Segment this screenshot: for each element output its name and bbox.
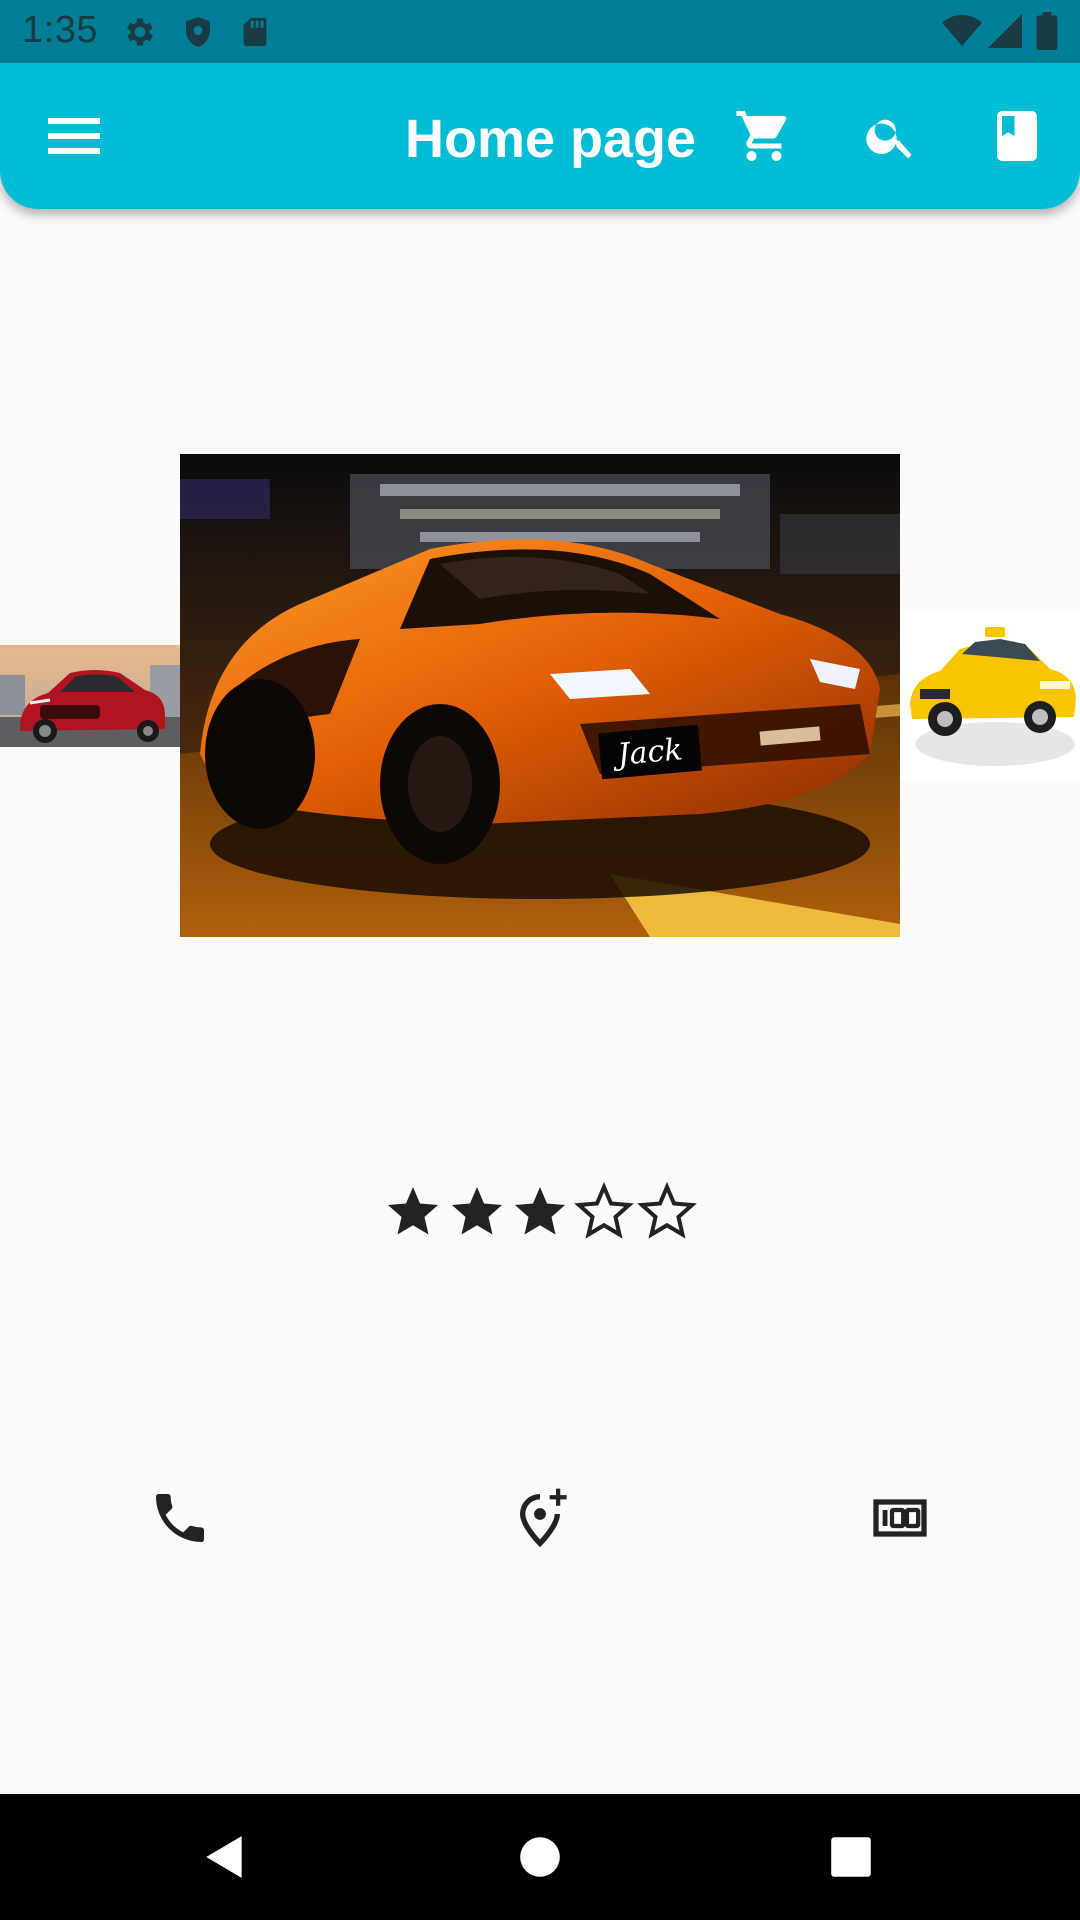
sd-card-icon (243, 17, 267, 47)
carousel-slide-next[interactable] (900, 609, 1080, 781)
recents-icon[interactable] (826, 1832, 876, 1882)
orange-sports-car-image: Jack (180, 454, 900, 937)
status-time: 1:35 (22, 9, 98, 51)
page-title: Home page (405, 109, 697, 169)
call-button[interactable] (148, 1486, 212, 1550)
wifi-icon (942, 15, 982, 46)
menu-button[interactable] (34, 96, 114, 176)
image-carousel[interactable]: Jack (0, 454, 1080, 937)
book-icon (997, 111, 1037, 161)
shield-icon (186, 17, 210, 47)
star-outline-icon[interactable] (637, 1182, 697, 1242)
add-location-icon (519, 1488, 567, 1548)
cart-icon (736, 111, 787, 161)
star-rating[interactable] (383, 1182, 697, 1244)
carousel-slide-previous[interactable] (0, 645, 180, 747)
star-filled-icon[interactable] (510, 1182, 570, 1242)
system-nav-bar (0, 1794, 1080, 1920)
hundred-icon (873, 1499, 927, 1537)
star-filled-icon[interactable] (383, 1182, 443, 1242)
signal-icon (988, 14, 1022, 48)
carousel-slide-current[interactable]: Jack (180, 454, 900, 937)
red-sedan-image (0, 645, 180, 747)
search-button[interactable] (851, 96, 931, 176)
cart-button[interactable] (724, 96, 804, 176)
home-icon[interactable] (515, 1832, 565, 1882)
gear-icon (127, 18, 153, 46)
star-filled-icon[interactable] (447, 1182, 507, 1242)
back-icon[interactable] (200, 1832, 250, 1882)
plate-text: Jack (610, 732, 684, 773)
phone-icon (156, 1494, 204, 1542)
battery-icon (1036, 12, 1058, 50)
yellow-taxi-image (900, 609, 1080, 781)
search-icon (866, 119, 912, 159)
app-bar: Home page (0, 63, 1080, 209)
book-button[interactable] (977, 96, 1057, 176)
status-bar: 1:35 (0, 0, 1080, 63)
add-location-button[interactable] (508, 1486, 572, 1550)
star-outline-icon[interactable] (573, 1182, 634, 1242)
menu-icon (48, 118, 100, 154)
hundred-button[interactable] (868, 1486, 932, 1550)
